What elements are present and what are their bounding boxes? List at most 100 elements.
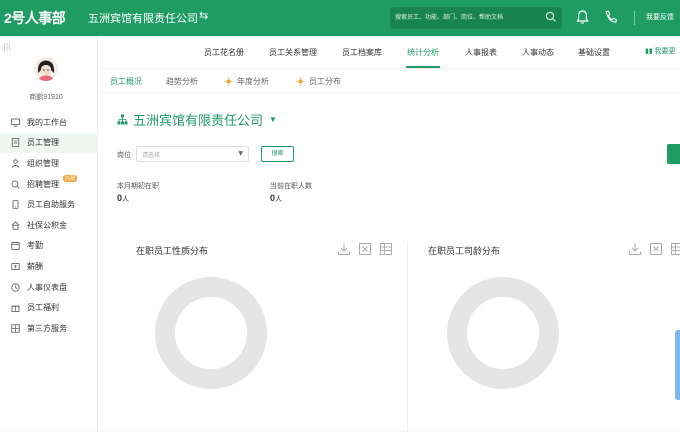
avatar-image	[34, 57, 58, 81]
bell-icon[interactable]	[575, 9, 590, 25]
sidebar-item-label: 员工管理	[27, 137, 59, 148]
sidebar-item-attendance[interactable]: 考勤	[0, 236, 98, 257]
org-title: 五洲宾馆有限责任公司	[133, 110, 263, 129]
excel-icon[interactable]	[649, 242, 663, 256]
bar-chart-icon: ▮▮	[645, 48, 655, 55]
header-divider	[634, 11, 635, 25]
tab-archive[interactable]: 员工档案库	[342, 47, 382, 58]
search-input[interactable]	[395, 12, 545, 24]
beta-badge: 内测	[63, 175, 77, 182]
feedback-link[interactable]: 我要反馈	[646, 12, 674, 22]
caret-down-icon: ▼	[238, 150, 243, 157]
stat-unit: 人	[275, 196, 282, 203]
tab-relations[interactable]: 员工关系管理	[269, 47, 317, 58]
sub-nav: 员工概况 趋势分析 年度分析 员工分布	[98, 68, 680, 92]
subtab-distribution[interactable]: 员工分布	[296, 76, 341, 87]
subtab-label: 员工概况	[110, 76, 142, 87]
card-tools-tenure	[628, 242, 680, 256]
action-button[interactable]	[667, 144, 680, 164]
sidebar-item-label: 考勤	[27, 240, 43, 251]
search-icon[interactable]	[544, 10, 558, 24]
download-icon[interactable]	[628, 242, 642, 256]
sun-icon	[296, 77, 305, 86]
nav-extra-label: 我要更	[655, 48, 676, 55]
card-divider	[407, 242, 408, 432]
org-selector[interactable]: 五洲宾馆有限责任公司 ▼	[117, 110, 277, 129]
subtab-annual[interactable]: 年度分析	[224, 76, 269, 87]
subtab-label: 趋势分析	[166, 76, 198, 87]
money-icon	[11, 262, 20, 271]
sidebar-item-label: 招聘管理	[27, 179, 59, 190]
excel-icon[interactable]	[358, 242, 372, 256]
search-user-icon	[11, 180, 20, 189]
sidebar-item-label: 社保公积金	[27, 220, 67, 231]
switch-company-icon[interactable]: ⇆	[199, 9, 208, 22]
calendar-icon	[11, 241, 20, 250]
subtab-trend[interactable]: 趋势分析	[166, 76, 198, 87]
company-name: 五洲宾馆有限责任公司	[88, 10, 198, 26]
sidebar-item-benefits[interactable]: 员工福利	[0, 297, 98, 318]
card-title-nature: 在职员工性质分布	[136, 244, 208, 257]
card-tools-nature	[337, 242, 393, 256]
tab-dynamics[interactable]: 人事动态	[522, 47, 554, 58]
stat-label-current: 当前在职人数	[270, 181, 312, 191]
subtab-label: 员工分布	[309, 76, 341, 87]
clock-icon	[11, 283, 20, 292]
phone-icon[interactable]	[603, 9, 618, 25]
top-bar: 2号人事部 五洲宾馆有限责任公司 ⇆ 我要反馈	[0, 0, 680, 36]
nav-extra-link[interactable]: ▮▮ 我要更	[645, 46, 676, 56]
sidebar-item-workbench[interactable]: 我的工作台	[0, 112, 98, 133]
house-icon	[11, 221, 20, 230]
sidebar-item-dashboard[interactable]: 人事仪表盘	[0, 277, 98, 298]
top-nav: 员工花名册 员工关系管理 员工档案库 统计分析 人事报表 人事动态 基础设置 ▮…	[98, 36, 680, 68]
sidebar-item-recruitment[interactable]: 招聘管理 内测	[0, 174, 98, 195]
nature-donut-chart	[155, 277, 267, 389]
sun-icon	[224, 77, 233, 86]
monitor-icon	[11, 118, 20, 127]
table-icon[interactable]	[670, 242, 680, 256]
org-tree-icon	[117, 114, 128, 125]
gift-icon	[11, 303, 20, 312]
collapse-icon[interactable]: |||	[3, 42, 11, 51]
table-icon[interactable]	[379, 242, 393, 256]
caret-down-icon: ▼	[269, 115, 277, 124]
tab-settings[interactable]: 基础设置	[578, 47, 610, 58]
sidebar-item-label: 组织管理	[27, 158, 59, 169]
document-icon	[11, 138, 20, 147]
stat-unit: 人	[122, 196, 129, 203]
download-icon[interactable]	[337, 242, 351, 256]
sidebar-item-label: 员工福利	[27, 302, 59, 313]
username: 商鹏91910	[0, 92, 92, 102]
sidebar-item-self-service[interactable]: 员工自助服务	[0, 194, 98, 215]
stat-value-current: 0人	[270, 193, 282, 204]
tenure-donut-chart	[447, 277, 559, 389]
sidebar-item-third-party[interactable]: 第三方服务	[0, 318, 98, 339]
sidebar-item-label: 人事仪表盘	[27, 282, 67, 293]
main-content: 五洲宾馆有限责任公司 ▼ 岗位 请选择 ▼ 搜索 本月期初在职 0人 当前在职人…	[98, 92, 680, 431]
sidebar-item-employees[interactable]: 员工管理	[0, 133, 98, 154]
sidebar: ||| 商鹏91910 我的工作台 员工管理 组织管理 招聘管理 内测	[0, 36, 98, 431]
position-label: 岗位	[117, 150, 131, 160]
card-title-tenure: 在职员工司龄分布	[428, 244, 500, 257]
sidebar-item-social-security[interactable]: 社保公积金	[0, 215, 98, 236]
org-icon	[11, 159, 20, 168]
search-button[interactable]: 搜索	[261, 146, 294, 162]
sidebar-menu: 我的工作台 员工管理 组织管理 招聘管理 内测 员工自助服务 社保公积金 考勤	[0, 112, 98, 339]
sidebar-item-label: 我的工作台	[27, 117, 67, 128]
subtab-overview[interactable]: 员工概况	[110, 76, 142, 87]
app-logo[interactable]: 2号人事部	[4, 8, 65, 28]
global-search	[390, 7, 562, 29]
sidebar-item-payroll[interactable]: 薪酬	[0, 256, 98, 277]
tab-roster[interactable]: 员工花名册	[204, 47, 244, 58]
sidebar-item-label: 薪酬	[27, 261, 43, 272]
stat-value-start-month: 0人	[117, 193, 129, 204]
sidebar-item-label: 员工自助服务	[27, 199, 75, 210]
tab-statistics[interactable]: 统计分析	[407, 47, 439, 58]
tab-reports[interactable]: 人事报表	[465, 47, 497, 58]
sidebar-item-organization[interactable]: 组织管理	[0, 153, 98, 174]
sidebar-item-label: 第三方服务	[27, 323, 67, 334]
select-placeholder: 请选择	[142, 150, 160, 159]
position-select[interactable]: 请选择 ▼	[136, 146, 249, 162]
floating-side-tab[interactable]	[675, 330, 680, 400]
avatar[interactable]	[34, 57, 58, 81]
